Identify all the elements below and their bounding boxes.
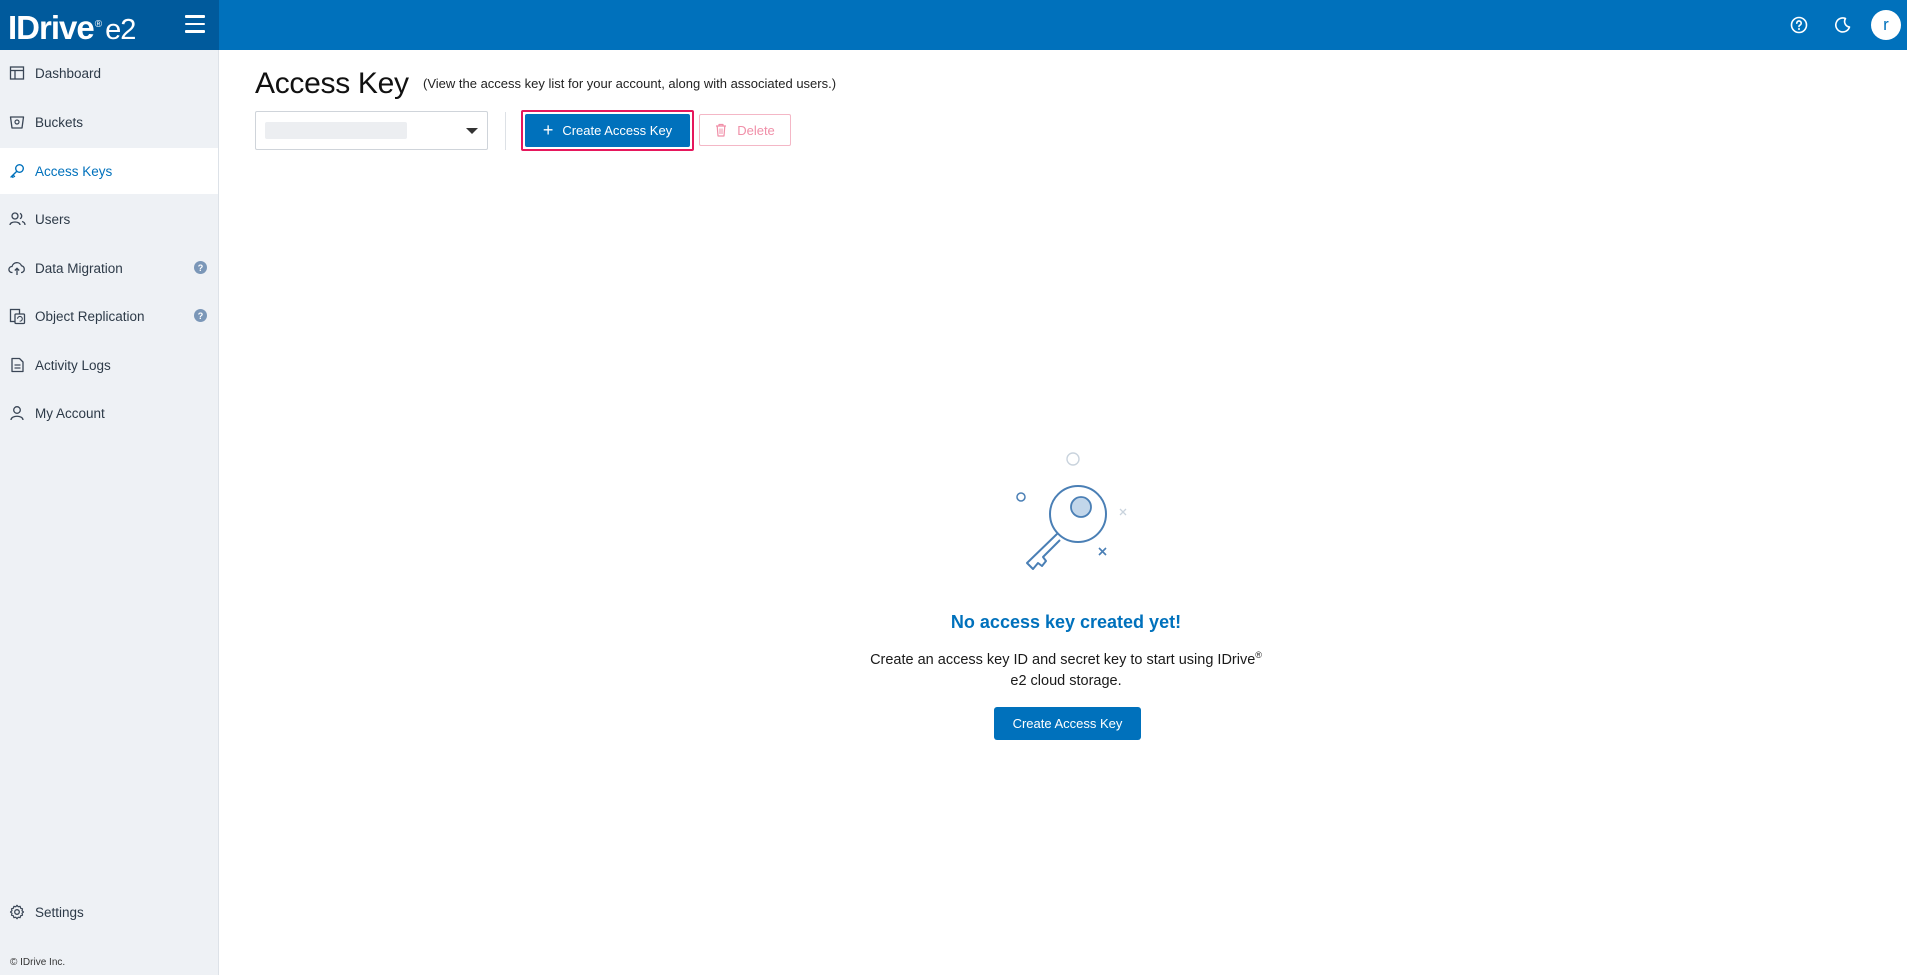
sidebar-item-label: Data Migration (35, 260, 123, 276)
delete-button[interactable]: Delete (699, 114, 791, 146)
idrive-e2-logo[interactable]: IDrive® e2 (8, 5, 136, 50)
empty-desc-part1: Create an access key ID and secret key t… (870, 651, 1256, 668)
brand-area: IDrive® e2 (0, 0, 219, 50)
cloud-upload-icon (8, 259, 26, 277)
empty-state-description: Create an access key ID and secret key t… (856, 645, 1276, 692)
sidebar-item-label: Dashboard (35, 65, 102, 81)
user-icon (8, 404, 26, 422)
user-filter-select[interactable] (255, 111, 488, 150)
replication-icon (8, 307, 26, 325)
select-value-placeholder (265, 122, 407, 139)
plus-icon: + (542, 119, 554, 140)
sidebar-item-label: Object Replication (35, 308, 145, 324)
sidebar-item-settings[interactable]: Settings (0, 889, 218, 935)
delete-button-label: Delete (737, 122, 775, 138)
sidebar-item-access-keys[interactable]: Access Keys (0, 148, 218, 194)
sidebar-item-label: Activity Logs (35, 357, 111, 373)
menu-icon[interactable] (185, 15, 207, 35)
sidebar-item-dashboard[interactable]: Dashboard (0, 50, 218, 96)
sidebar: Dashboard Buckets Access Keys Users Data… (0, 50, 219, 975)
sidebar-item-users[interactable]: Users (0, 196, 218, 242)
logo-main: IDrive (8, 9, 95, 46)
sidebar-item-label: My Account (35, 405, 105, 421)
sidebar-item-label: Settings (35, 904, 84, 920)
sidebar-item-object-replication[interactable]: Object Replication ? (0, 293, 218, 339)
bucket-icon (8, 113, 26, 131)
document-icon (8, 356, 26, 374)
empty-desc-reg: ® (1255, 650, 1262, 660)
sidebar-item-label: Access Keys (35, 163, 113, 179)
help-icon[interactable] (1785, 11, 1813, 39)
sidebar-item-my-account[interactable]: My Account (0, 390, 218, 436)
create-access-key-button[interactable]: + Create Access Key (525, 114, 690, 147)
copyright-text: © IDrive Inc. (10, 957, 66, 968)
trash-icon (715, 123, 727, 137)
empty-key-illustration (1000, 445, 1140, 575)
question-icon[interactable]: ? (194, 309, 207, 322)
toolbar-divider (505, 112, 506, 150)
sidebar-item-label: Buckets (35, 114, 84, 130)
logo-reg: ® (94, 19, 102, 30)
empty-desc-part2: e2 cloud storage. (1010, 672, 1122, 689)
top-bar: IDrive® e2 r (0, 0, 1907, 50)
gear-icon (8, 903, 26, 921)
sidebar-item-label: Users (35, 211, 71, 227)
sidebar-item-data-migration[interactable]: Data Migration ? (0, 245, 218, 291)
chevron-down-icon (466, 128, 478, 134)
sidebar-item-buckets[interactable]: Buckets (0, 99, 218, 145)
users-icon (8, 210, 26, 228)
moon-icon[interactable] (1829, 11, 1857, 39)
question-icon[interactable]: ? (194, 261, 207, 274)
dashboard-icon (8, 64, 26, 82)
key-icon (8, 162, 26, 180)
sidebar-item-activity-logs[interactable]: Activity Logs (0, 342, 218, 388)
create-button-label: Create Access Key (562, 123, 673, 138)
page-title: Access Key (255, 67, 409, 100)
logo-suffix: e2 (105, 14, 136, 46)
avatar[interactable]: r (1871, 10, 1901, 40)
empty-state-create-button[interactable]: Create Access Key (994, 707, 1141, 740)
empty-state-title: No access key created yet! (950, 612, 1182, 632)
page-subtitle: (View the access key list for your accou… (423, 76, 837, 91)
